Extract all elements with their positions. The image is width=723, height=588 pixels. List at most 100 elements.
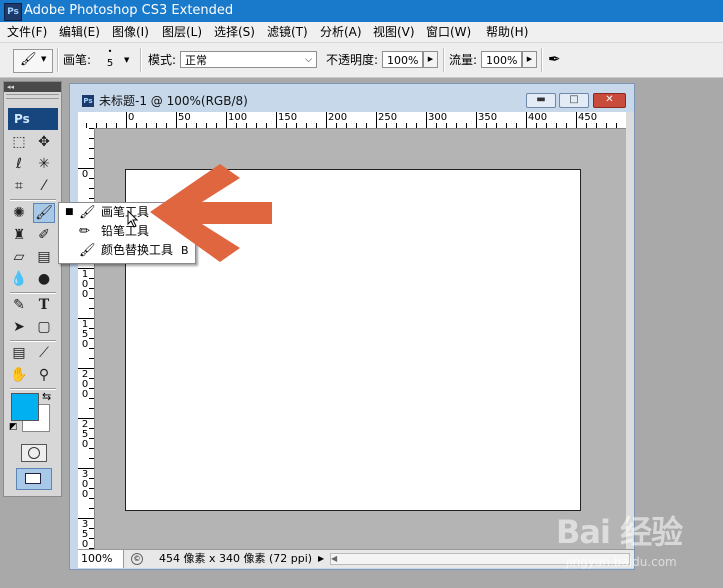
magic-wand-tool-icon[interactable]: ✳ bbox=[33, 154, 55, 174]
brush-size-picker[interactable]: • 5 bbox=[100, 48, 120, 74]
tool-preset-picker[interactable]: 🖌 ▼ bbox=[13, 49, 53, 73]
default-colors-icon[interactable]: ◩ bbox=[9, 422, 18, 432]
brush-tool-icon[interactable]: 🖌 bbox=[33, 203, 55, 223]
mode-select[interactable]: 正常 ⌵ bbox=[180, 51, 317, 68]
screen-mode-button[interactable] bbox=[16, 468, 52, 490]
ruler-tick bbox=[89, 308, 94, 309]
ruler-tick bbox=[566, 123, 567, 128]
ruler-tick bbox=[496, 123, 497, 128]
flyout-item-label: 画笔工具 bbox=[101, 205, 150, 219]
healing-brush-tool-icon[interactable]: ✺ bbox=[8, 203, 30, 223]
ruler-number: 350 bbox=[478, 112, 498, 123]
history-brush-tool-icon[interactable]: ✐ bbox=[33, 225, 55, 245]
gradient-tool-icon[interactable]: ▤ bbox=[33, 247, 55, 267]
ruler-tick bbox=[576, 112, 577, 128]
airbrush-icon[interactable]: ✒ bbox=[548, 50, 561, 68]
separator bbox=[541, 48, 543, 72]
flow-slider-arrow-icon[interactable]: ▶ bbox=[522, 51, 537, 68]
notes-tool-icon[interactable]: ▤ bbox=[8, 343, 30, 363]
ruler-number: 450 bbox=[578, 112, 598, 123]
menu-window[interactable]: 窗口(W) bbox=[424, 25, 473, 39]
vertical-scrollbar[interactable] bbox=[626, 112, 634, 549]
ruler-number: 50 bbox=[178, 112, 191, 123]
eraser-tool-icon[interactable]: ▱ bbox=[8, 247, 30, 267]
toolbox-grip[interactable] bbox=[6, 94, 59, 99]
move-tool-icon[interactable]: ✥ bbox=[33, 132, 55, 152]
ruler-horizontal[interactable]: 0 50 100 150 200 250 300 350 400 450 bbox=[78, 112, 626, 129]
ruler-vertical[interactable]: 05 01 0 01 5 02 0 02 5 03 0 03 5 0 bbox=[78, 128, 95, 559]
menu-layer[interactable]: 图层(L) bbox=[160, 25, 204, 39]
ruler-tick bbox=[306, 123, 307, 128]
quick-mask-button[interactable] bbox=[21, 444, 47, 462]
ruler-tick bbox=[246, 123, 247, 128]
menu-analysis[interactable]: 分析(A) bbox=[318, 25, 364, 39]
lasso-tool-icon[interactable]: ℓ bbox=[8, 154, 30, 174]
status-info-icon[interactable]: © bbox=[131, 553, 143, 565]
menu-help[interactable]: 帮助(H) bbox=[484, 25, 530, 39]
opacity-slider-arrow-icon[interactable]: ▶ bbox=[423, 51, 438, 68]
ruler-tick bbox=[89, 128, 94, 129]
ruler-tick bbox=[346, 123, 347, 128]
toolbox-collapse-icon[interactable]: ◂◂ bbox=[4, 82, 61, 92]
status-menu-arrow-icon[interactable]: ▶ bbox=[318, 554, 324, 563]
pencil-icon: ✏ bbox=[79, 224, 90, 239]
blur-tool-icon[interactable]: 💧 bbox=[8, 269, 30, 289]
ruler-tick bbox=[89, 408, 94, 409]
ruler-number: 0 bbox=[81, 169, 89, 180]
document-window: Ps 未标题-1 @ 100%(RGB/8) ▬ □ ✕ 0 50 100 150 20… bbox=[69, 83, 635, 570]
ruler-tick bbox=[516, 123, 517, 128]
menu-file[interactable]: 文件(F) bbox=[5, 25, 49, 39]
opacity-label: 不透明度: bbox=[326, 53, 379, 67]
ruler-tick bbox=[386, 123, 387, 128]
photoshop-logo-icon[interactable]: Ps bbox=[8, 108, 58, 130]
ruler-tick bbox=[416, 123, 417, 128]
flow-input[interactable]: 100% bbox=[481, 51, 522, 68]
brush-tip-dot: • bbox=[107, 47, 113, 56]
ruler-tick bbox=[236, 123, 237, 128]
ruler-tick bbox=[536, 123, 537, 128]
close-button[interactable]: ✕ bbox=[593, 93, 626, 108]
pen-tool-icon[interactable]: ✎ bbox=[8, 295, 30, 315]
document-ps-icon: Ps bbox=[82, 95, 94, 107]
ruler-tick bbox=[116, 123, 117, 128]
foreground-color-swatch[interactable] bbox=[11, 393, 39, 421]
maximize-button[interactable]: □ bbox=[559, 93, 589, 108]
clone-stamp-tool-icon[interactable]: ♜ bbox=[8, 225, 30, 245]
ruler-tick bbox=[276, 112, 277, 128]
ruler-tick bbox=[89, 508, 94, 509]
app-title: Adobe Photoshop CS3 Extended bbox=[24, 3, 234, 18]
ruler-tick bbox=[206, 123, 207, 128]
chevron-down-icon[interactable]: ▼ bbox=[124, 56, 129, 64]
mode-value: 正常 bbox=[185, 54, 207, 67]
scroll-left-icon[interactable]: ◀ bbox=[331, 554, 337, 563]
chevron-down-icon: ▼ bbox=[41, 55, 47, 63]
ruler-number: 100 bbox=[228, 112, 248, 123]
ruler-tick bbox=[366, 123, 367, 128]
menu-edit[interactable]: 编辑(E) bbox=[57, 25, 102, 39]
shape-tool-icon[interactable]: ▢ bbox=[33, 317, 55, 337]
minimize-button[interactable]: ▬ bbox=[526, 93, 556, 108]
hand-tool-icon[interactable]: ✋ bbox=[8, 365, 30, 385]
type-tool-icon[interactable]: T bbox=[33, 295, 55, 315]
zoom-tool-icon[interactable]: ⚲ bbox=[33, 365, 55, 385]
document-dimensions: 454 像素 x 340 像素 (72 ppi) bbox=[159, 552, 313, 565]
ruler-tick bbox=[106, 123, 107, 128]
swap-colors-icon[interactable]: ⇆ bbox=[42, 390, 51, 403]
menu-image[interactable]: 图像(I) bbox=[110, 25, 151, 39]
slice-tool-icon[interactable]: ⁄ bbox=[33, 176, 55, 196]
marquee-tool-icon[interactable]: ⬚ bbox=[8, 132, 30, 152]
zoom-level-field[interactable]: 100% bbox=[78, 550, 124, 568]
crop-tool-icon[interactable]: ⌗ bbox=[8, 176, 30, 196]
document-titlebar[interactable]: Ps 未标题-1 @ 100%(RGB/8) ▬ □ ✕ bbox=[70, 84, 634, 112]
path-selection-tool-icon[interactable]: ➤ bbox=[8, 317, 30, 337]
opacity-input[interactable]: 100% bbox=[382, 51, 423, 68]
dodge-tool-icon[interactable]: ● bbox=[33, 269, 55, 289]
menu-view[interactable]: 视图(V) bbox=[371, 25, 417, 39]
menu-filter[interactable]: 滤镜(T) bbox=[265, 25, 310, 39]
flow-label: 流量: bbox=[449, 53, 478, 67]
menu-select[interactable]: 选择(S) bbox=[212, 25, 257, 39]
ruler-number: 3 0 0 bbox=[81, 469, 89, 500]
eyedropper-tool-icon[interactable]: ⟋ bbox=[33, 343, 55, 363]
quick-mask-icon bbox=[28, 447, 40, 459]
ruler-tick bbox=[89, 358, 94, 359]
